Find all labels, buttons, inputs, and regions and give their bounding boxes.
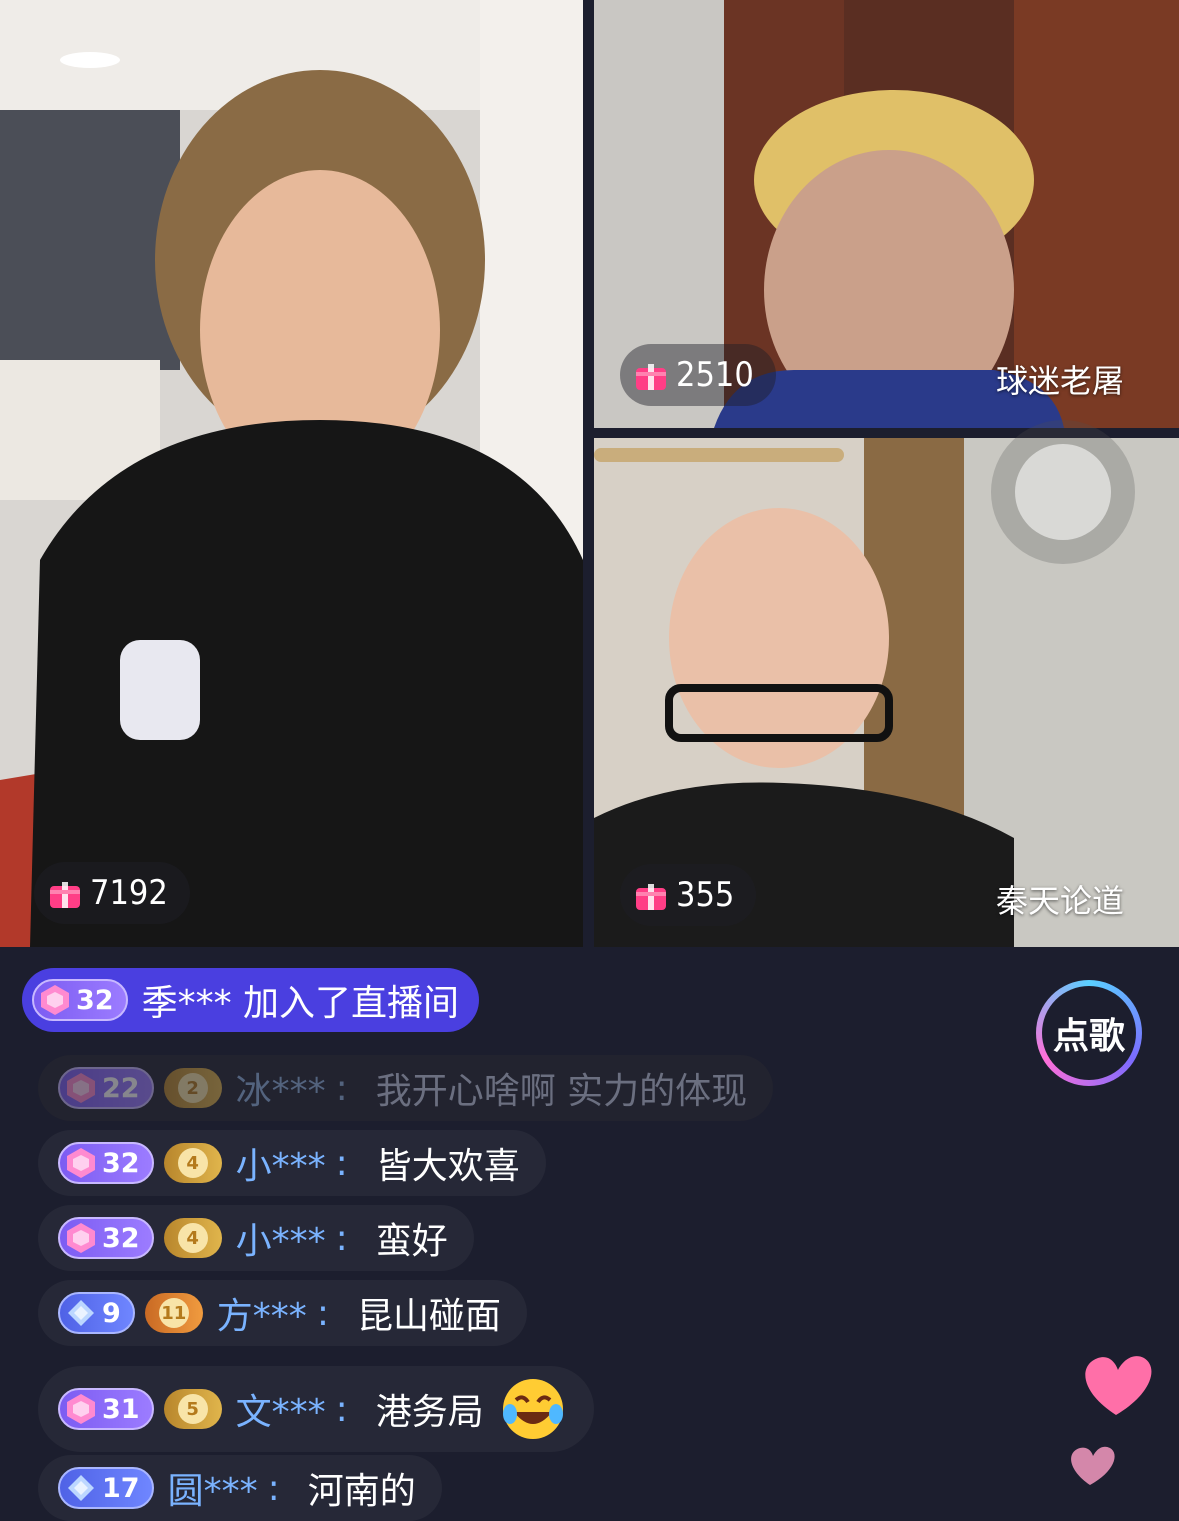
chat-message[interactable]: 17 圆***: 河南的: [38, 1455, 442, 1521]
level-number: 9: [102, 1297, 121, 1329]
user-level-badge: 9: [58, 1292, 135, 1334]
chat-text: 昆山碰面: [356, 1296, 501, 1337]
level-number: 22: [102, 1072, 140, 1104]
gift-count: 7192: [90, 873, 168, 913]
gem-icon: [67, 1223, 95, 1253]
heart-icon: 4: [177, 1148, 208, 1178]
level-number: 32: [102, 1147, 140, 1179]
user-level-badge: 32: [58, 1142, 154, 1184]
join-text: 季*** 加入了直播间: [141, 983, 460, 1024]
chat-username[interactable]: 文***: [236, 1383, 326, 1435]
gift-count: 355: [676, 875, 735, 915]
fan-club-badge: 4: [163, 1218, 222, 1258]
fan-club-badge: 2: [163, 1068, 222, 1108]
gift-count-badge: 7192: [34, 862, 190, 924]
guest-name: 球迷老屠: [996, 362, 1125, 400]
fan-club-badge: 4: [163, 1143, 222, 1183]
song-request-label: 点歌: [1042, 986, 1136, 1080]
chat-text: 蛮好: [375, 1221, 448, 1262]
chat-username[interactable]: 小***: [236, 1212, 326, 1264]
fan-club-badge: 5: [163, 1389, 222, 1429]
video-tile-host[interactable]: 7192: [0, 0, 583, 947]
gift-icon: [636, 884, 666, 910]
level-number: 31: [102, 1393, 140, 1425]
video-tile-guest-1[interactable]: 2510 球迷老屠: [594, 0, 1179, 428]
gift-icon: [50, 882, 80, 908]
laughing-emoji-icon: [502, 1379, 563, 1439]
chat-colon: :: [267, 1467, 280, 1509]
chat-message[interactable]: 9 11 方***: 昆山碰面: [38, 1280, 527, 1346]
host-video-frame: [0, 0, 583, 947]
level-number: 17: [102, 1472, 140, 1504]
gift-count-badge: 355: [620, 864, 757, 926]
chat-message[interactable]: 32 4 小***: 蛮好: [38, 1205, 474, 1271]
gem-icon: [67, 1073, 95, 1103]
chat-colon: :: [316, 1292, 329, 1334]
join-notification: 32 季*** 加入了直播间: [22, 968, 480, 1032]
chat-colon: :: [335, 1217, 348, 1259]
gem-icon: [68, 1475, 94, 1501]
chat-username[interactable]: 冰***: [236, 1062, 326, 1114]
chat-text: 皆大欢喜: [375, 1146, 520, 1187]
chat-username[interactable]: 圆***: [168, 1462, 258, 1514]
gem-icon: [67, 1148, 95, 1178]
gift-count-badge: 2510: [620, 344, 776, 406]
chat-message[interactable]: 31 5 文***: 港务局: [38, 1366, 594, 1452]
heart-reaction-icon: [1071, 1356, 1152, 1485]
user-level-badge: 32: [32, 979, 128, 1021]
user-level-badge: 32: [58, 1217, 154, 1259]
chat-username[interactable]: 小***: [236, 1137, 326, 1189]
heart-icon: 4: [177, 1223, 208, 1253]
gem-icon: [41, 985, 69, 1015]
chat-colon: :: [335, 1142, 348, 1184]
chat-colon: :: [335, 1067, 348, 1109]
fan-club-badge: 11: [144, 1293, 203, 1333]
floating-control-button[interactable]: [975, 420, 1155, 570]
chat-text: 我开心啥啊 实力的体现: [375, 1071, 748, 1112]
chat-message[interactable]: 32 4 小***: 皆大欢喜: [38, 1130, 546, 1196]
gem-icon: [68, 1300, 94, 1326]
chat-colon: :: [335, 1388, 348, 1430]
song-request-button[interactable]: 点歌: [1036, 980, 1142, 1086]
heart-icon: 5: [177, 1394, 208, 1424]
chat-message[interactable]: 22 2 冰***: 我开心啥啊 实力的体现: [38, 1055, 774, 1121]
heart-icon: 2: [177, 1073, 208, 1103]
guest-name: 秦天论道: [996, 882, 1125, 920]
chat-text: 港务局: [375, 1392, 484, 1433]
level-number: 32: [76, 984, 114, 1016]
gift-icon: [636, 364, 666, 390]
chat-text: 河南的: [307, 1471, 416, 1512]
level-number: 32: [102, 1222, 140, 1254]
user-level-badge: 17: [58, 1467, 154, 1509]
heart-icon: 11: [158, 1298, 189, 1328]
chat-username[interactable]: 方***: [217, 1287, 307, 1339]
user-level-badge: 22: [58, 1067, 154, 1109]
user-level-badge: 31: [58, 1388, 154, 1430]
gift-count: 2510: [676, 355, 754, 395]
gem-icon: [67, 1394, 95, 1424]
